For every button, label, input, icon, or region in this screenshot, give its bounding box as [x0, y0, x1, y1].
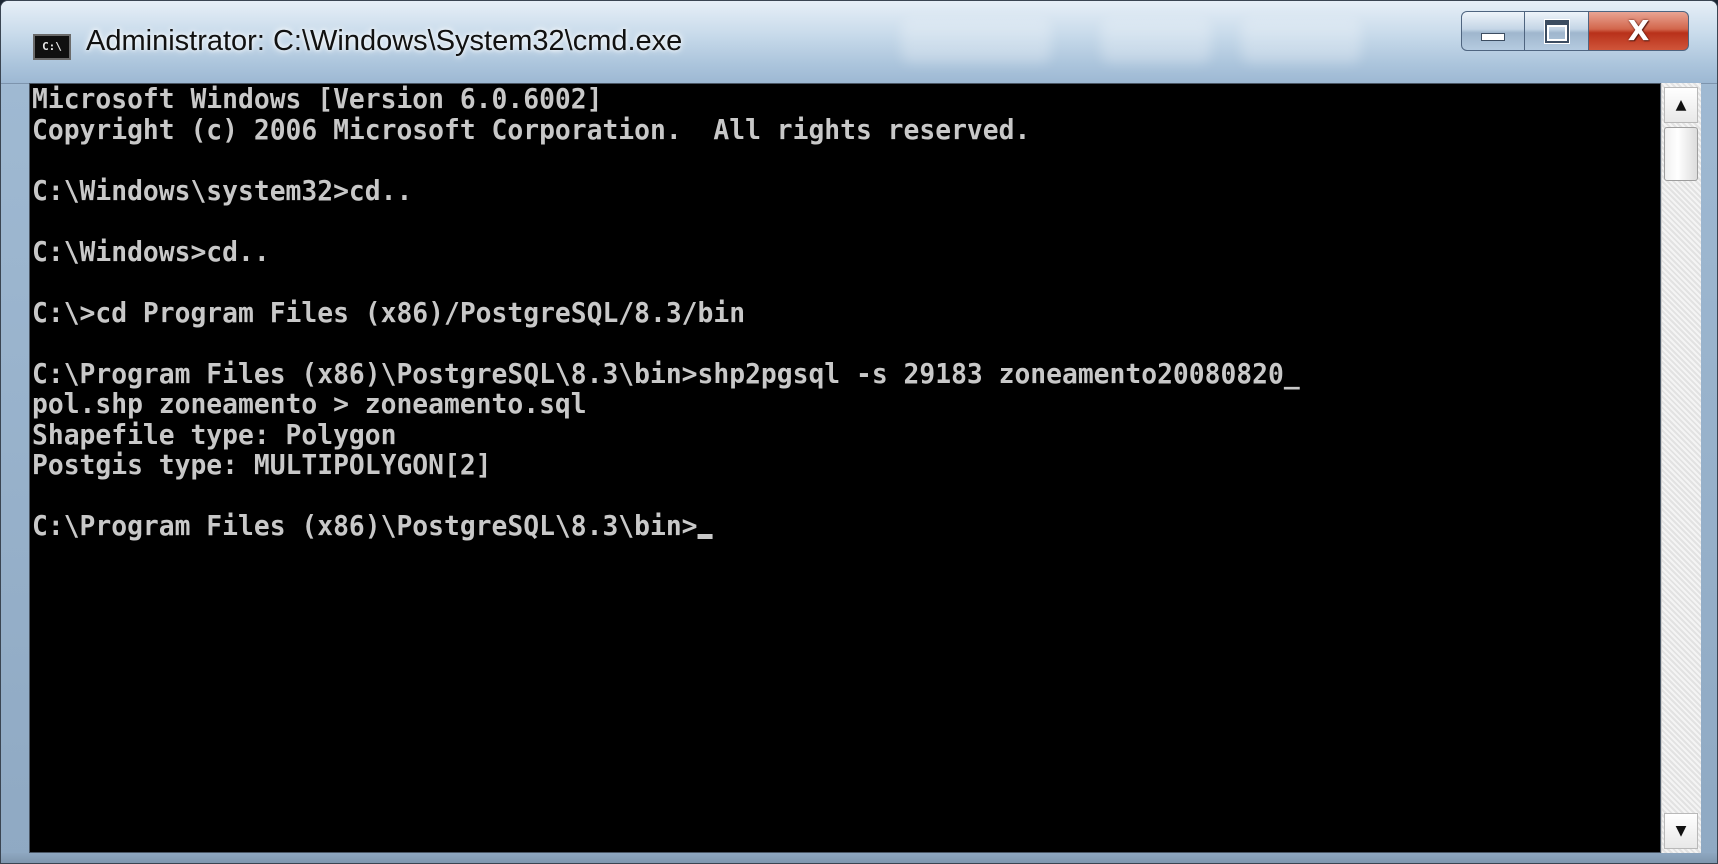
- scroll-thumb[interactable]: [1664, 127, 1698, 181]
- scroll-down-button[interactable]: ▼: [1664, 813, 1698, 849]
- console-line: C:\Program Files (x86)\PostgreSQL\8.3\bi…: [32, 510, 1300, 542]
- window-bottom-border: [1, 853, 1717, 863]
- scroll-down-icon: ▼: [1675, 823, 1687, 839]
- console-output[interactable]: Microsoft Windows [Version 6.0.6002] Copy…: [29, 83, 1661, 853]
- cmd-icon[interactable]: C:\: [33, 34, 71, 60]
- console-line: C:\>cd Program Files (x86)/PostgreSQL/8.…: [32, 295, 746, 329]
- maximize-icon: [1544, 19, 1569, 43]
- text-cursor: [697, 534, 713, 539]
- close-button[interactable]: X: [1589, 11, 1689, 51]
- minimize-icon: [1481, 33, 1505, 41]
- title-bar[interactable]: C:\ Administrator: C:\Windows\System32\c…: [1, 1, 1717, 84]
- close-icon: X: [1627, 14, 1650, 47]
- glass-reflection: [901, 19, 1051, 63]
- console-line: C:\Windows\system32>cd..: [32, 173, 413, 207]
- console-line: Postgis type: MULTIPOLYGON[2]: [32, 448, 492, 481]
- cmd-window: C:\ Administrator: C:\Windows\System32\c…: [0, 0, 1718, 864]
- console-line: Shapefile type: Polygon: [32, 417, 397, 451]
- console-line: Microsoft Windows [Version 6.0.6002]: [32, 83, 603, 115]
- console-line: C:\Program Files (x86)\PostgreSQL\8.3\bi…: [32, 356, 1300, 390]
- scroll-up-button[interactable]: ▲: [1664, 87, 1698, 123]
- console-line: Copyright (c) 2006 Microsoft Corporation…: [32, 112, 1031, 146]
- window-title: Administrator: C:\Windows\System32\cmd.e…: [86, 25, 683, 57]
- minimize-button[interactable]: [1461, 11, 1525, 51]
- console-text: Microsoft Windows [Version 6.0.6002] Copy…: [32, 84, 1300, 542]
- glass-reflection: [1101, 19, 1211, 63]
- vertical-scrollbar[interactable]: ▲ ▼: [1661, 83, 1701, 853]
- console-line: pol.shp zoneamento > zoneamento.sql: [32, 387, 587, 420]
- caption-buttons: X: [1461, 11, 1689, 53]
- glass-reflection: [1241, 19, 1361, 63]
- maximize-button[interactable]: [1525, 11, 1589, 51]
- scroll-up-icon: ▲: [1675, 97, 1687, 113]
- console-line: C:\Windows>cd..: [32, 234, 270, 268]
